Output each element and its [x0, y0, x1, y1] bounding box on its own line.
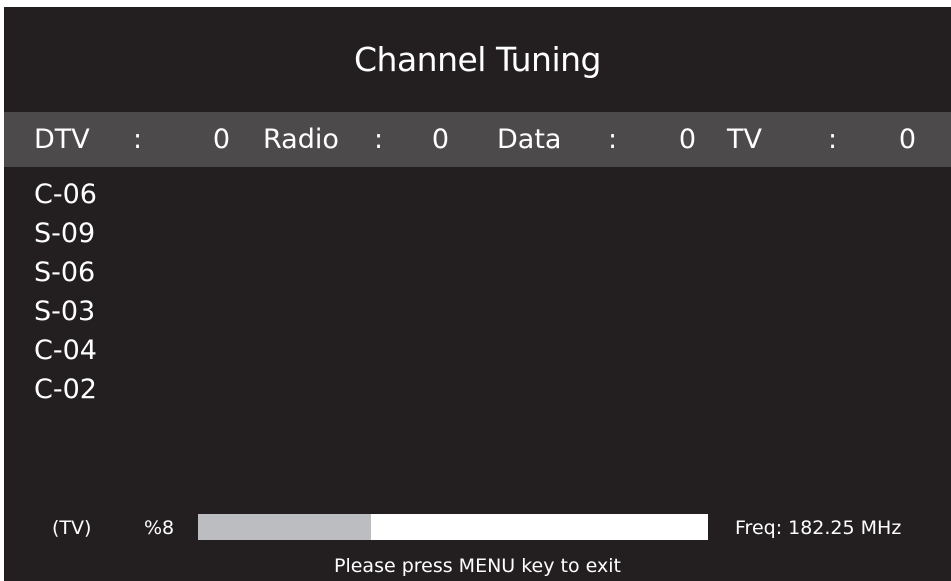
channel-item: C-04 — [34, 335, 97, 366]
progress-bar — [198, 514, 708, 540]
channel-item: C-02 — [34, 374, 97, 405]
stat-label-dtv: DTV — [34, 124, 90, 155]
stats-bar: DTV : 0 Radio : 0 Data : 0 TV : 0 — [4, 112, 951, 167]
tuning-mode-label: (TV) — [52, 517, 92, 539]
progress-bar-fill — [198, 514, 372, 540]
progress-percent-label: %8 — [144, 517, 175, 539]
channel-item: C-06 — [34, 179, 97, 210]
stat-label-data: Data — [497, 124, 562, 155]
stat-separator-radio: : — [374, 124, 384, 155]
channel-item: S-09 — [34, 218, 96, 249]
channel-item: S-03 — [34, 296, 96, 327]
exit-hint: Please press MENU key to exit — [334, 555, 621, 577]
title-bar: Channel Tuning — [4, 7, 951, 111]
page-title: Channel Tuning — [354, 40, 601, 79]
stat-value-radio: 0 — [431, 124, 449, 155]
stat-separator-data: : — [608, 124, 618, 155]
stat-value-dtv: 0 — [212, 124, 230, 155]
stat-value-data: 0 — [678, 124, 696, 155]
stat-value-tv: 0 — [898, 124, 916, 155]
stat-label-radio: Radio — [263, 124, 339, 155]
stat-separator-dtv: : — [133, 124, 143, 155]
stat-separator-tv: : — [828, 124, 838, 155]
frequency-readout: Freq: 182.25 MHz — [735, 517, 902, 539]
stat-label-tv: TV — [727, 124, 762, 155]
tuning-screen: Channel Tuning DTV : 0 Radio : 0 Data : … — [4, 7, 951, 581]
channel-item: S-06 — [34, 257, 96, 288]
